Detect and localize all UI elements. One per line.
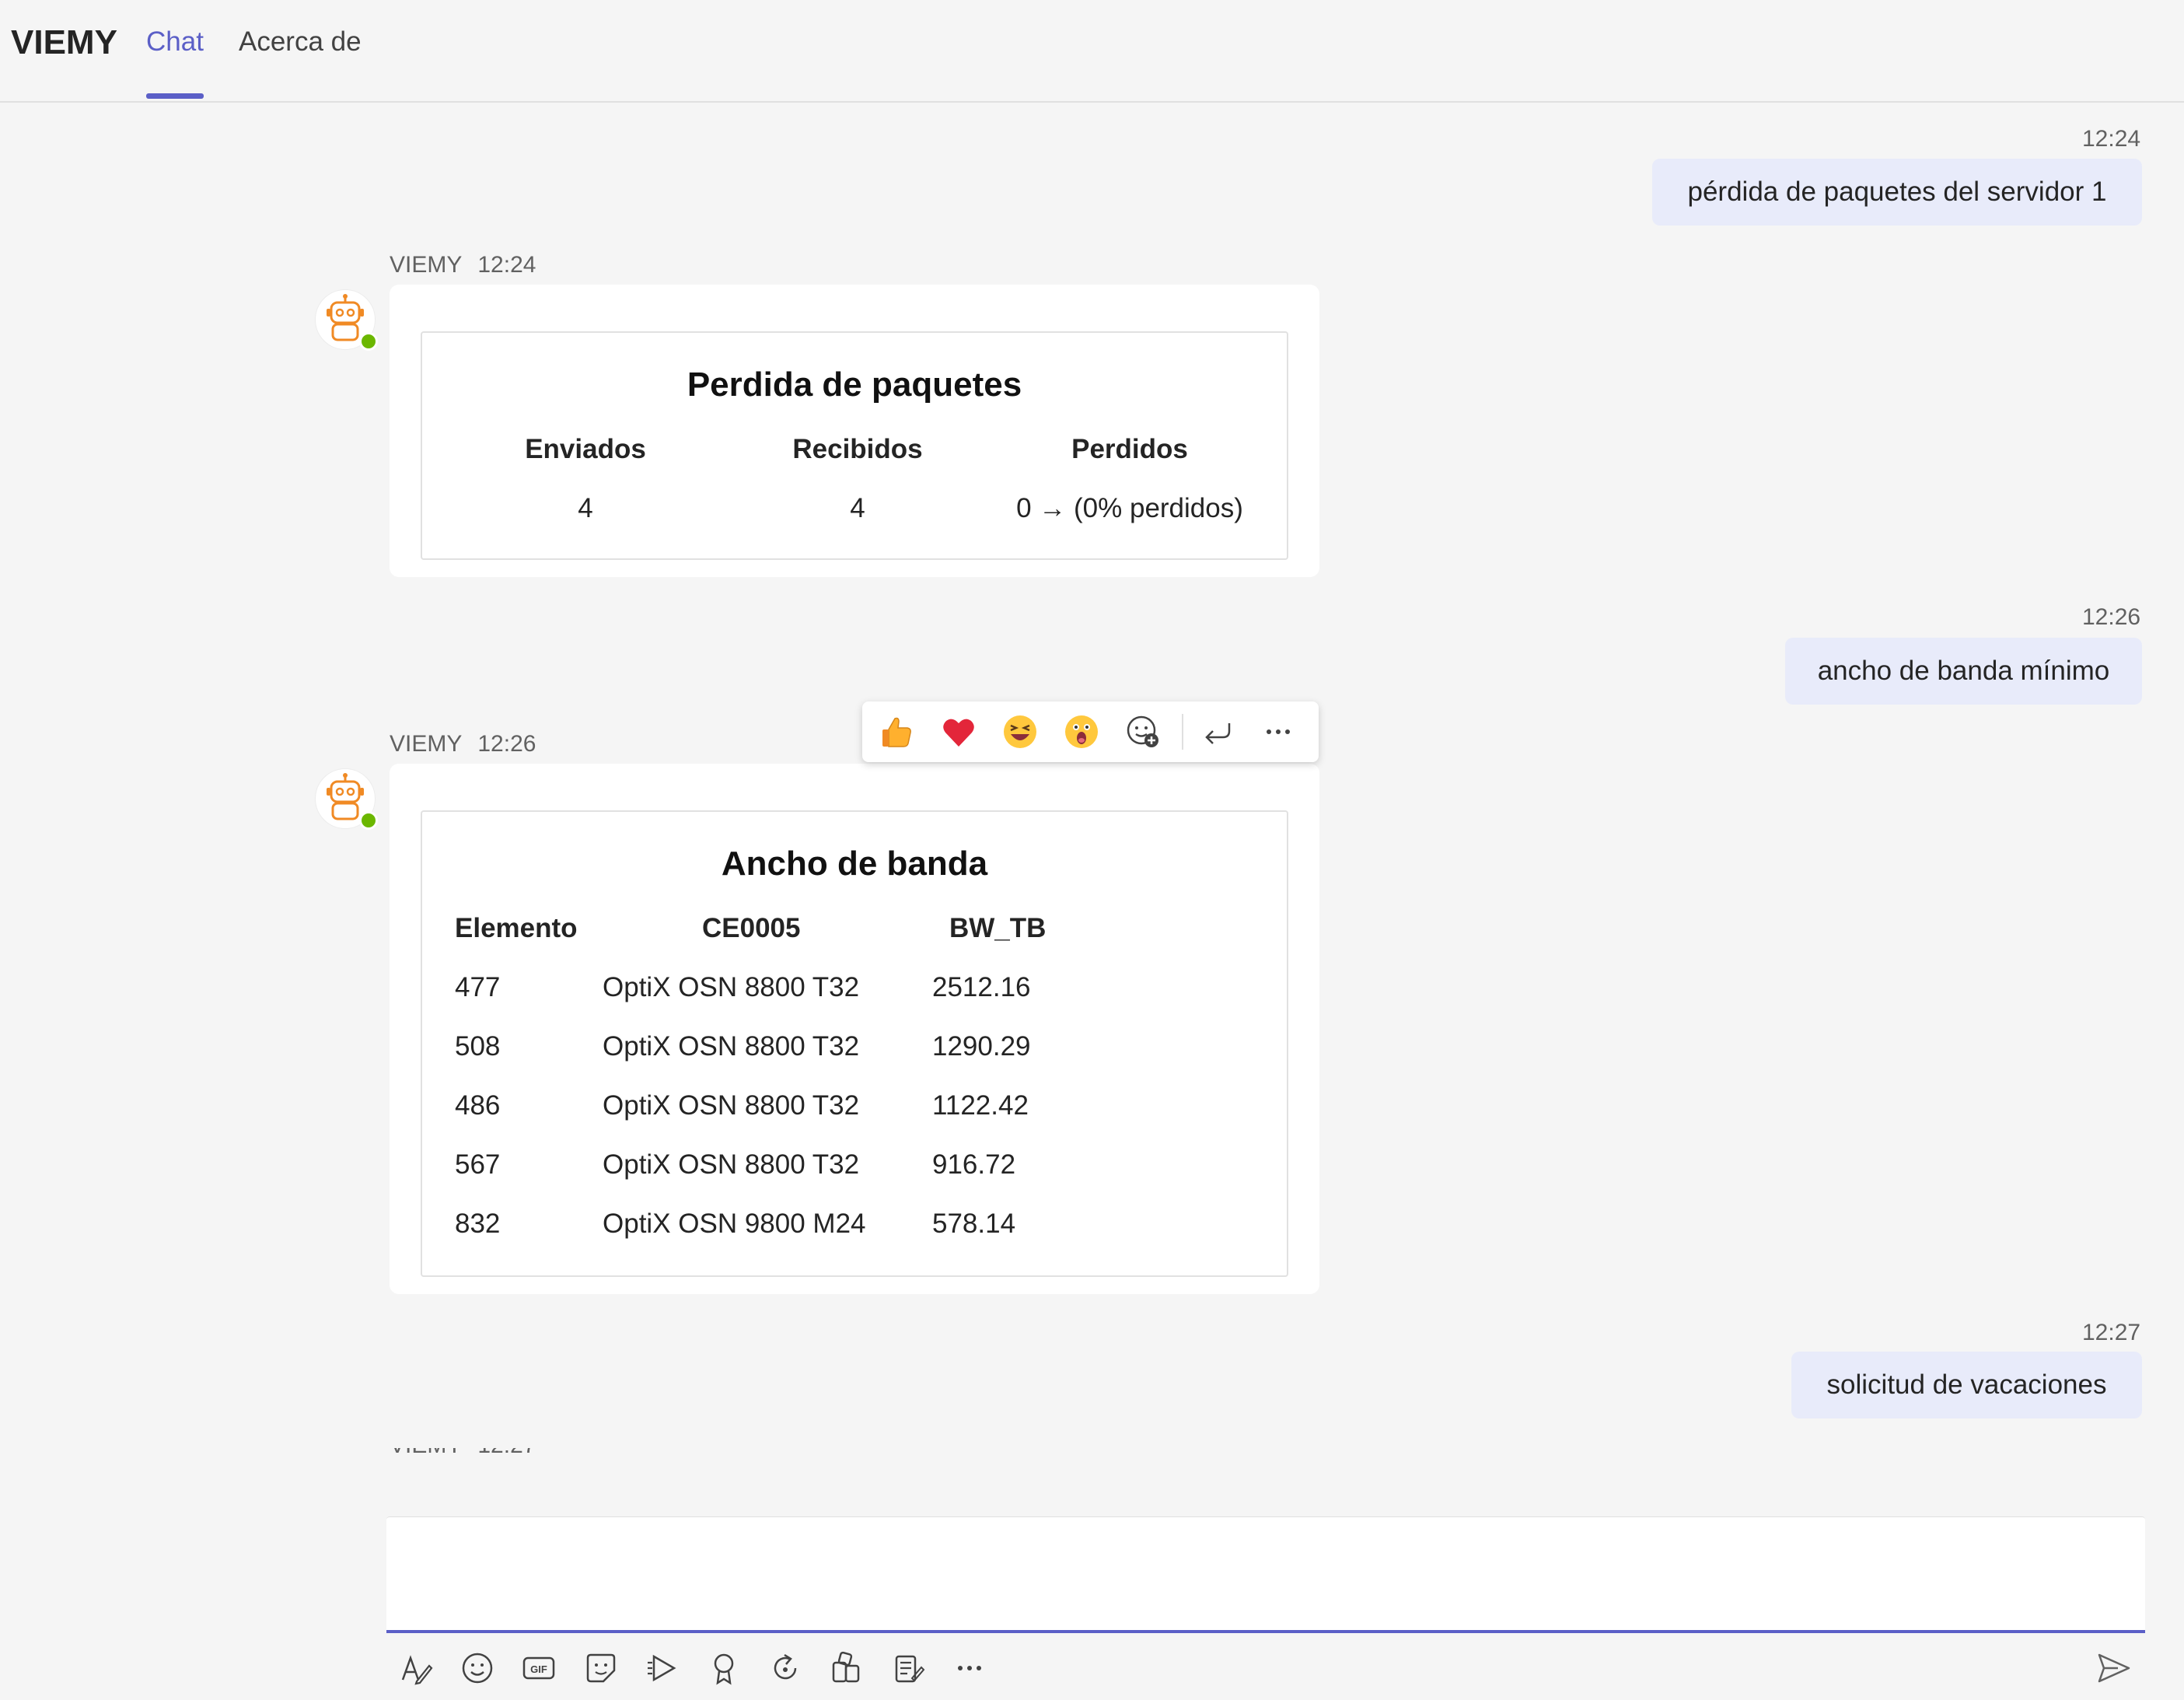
table-cell: 567 (455, 1149, 501, 1180)
bot-message-meta-partial: VIEMY 12:27 (390, 1448, 537, 1459)
table-cell: 508 (455, 1031, 501, 1062)
bot-card-bandwidth: Ancho de banda Elemento CE0005 BW_TB 477… (390, 764, 1319, 1294)
table-cell: 4 (578, 493, 593, 523)
bot-avatar[interactable] (315, 289, 378, 351)
sender-name: VIEMY (390, 1448, 462, 1458)
adaptive-card: Ancho de banda Elemento CE0005 BW_TB 477… (421, 810, 1288, 1277)
message-compose-box[interactable] (386, 1516, 2145, 1633)
presence-status-icon (359, 811, 378, 830)
reaction-bar (862, 701, 1319, 762)
table-cell: OptiX OSN 8800 T32 (603, 972, 860, 1002)
more-icon[interactable] (950, 1649, 989, 1688)
table-cell: 832 (455, 1209, 501, 1239)
message-timestamp: 12:26 (2082, 604, 2141, 630)
card-title: Perdida de paquetes (687, 366, 1022, 404)
format-icon[interactable] (397, 1649, 435, 1688)
sender-name: VIEMY (390, 252, 463, 278)
bot-card-packet-loss: Perdida de paquetes Enviados Recibidos P… (390, 285, 1319, 577)
divider (1182, 714, 1183, 750)
table-cell: OptiX OSN 8800 T32 (603, 1090, 860, 1121)
user-message[interactable]: ancho de banda mínimo (1785, 638, 2142, 705)
bot-avatar[interactable] (315, 768, 378, 830)
reply-icon[interactable] (1198, 712, 1237, 751)
bot-message-meta: VIEMY 12:24 (390, 252, 536, 278)
message-timestamp: 12:24 (2082, 126, 2141, 152)
table-cell: 0 → (0% perdidos) (1016, 493, 1243, 523)
message-timestamp: 12:27 (2082, 1320, 2141, 1345)
add-reaction-icon[interactable] (1123, 712, 1162, 751)
gif-icon[interactable]: GIF (519, 1649, 558, 1688)
table-cell: OptiX OSN 9800 M24 (603, 1209, 866, 1239)
meet-now-icon[interactable] (643, 1649, 682, 1688)
adaptive-card: Perdida de paquetes Enviados Recibidos P… (421, 331, 1288, 560)
table-cell: OptiX OSN 8800 T32 (603, 1031, 860, 1062)
table-cell: 2512.16 (932, 972, 1031, 1002)
message-timestamp: 12:24 (477, 252, 536, 278)
user-message[interactable]: solicitud de vacaciones (1791, 1352, 2142, 1418)
notes-icon[interactable] (889, 1649, 928, 1688)
column-header: Enviados (525, 434, 646, 464)
table-cell: 916.72 (932, 1149, 1016, 1180)
tab-chat[interactable]: Chat (146, 26, 204, 99)
praise-icon[interactable] (704, 1649, 743, 1688)
surprised-icon[interactable] (1062, 712, 1101, 751)
sender-name: VIEMY (390, 731, 463, 757)
user-message[interactable]: pérdida de paquetes del servidor 1 (1652, 159, 2142, 226)
column-header: Perdidos (1071, 434, 1188, 464)
bot-message-meta: VIEMY 12:26 (390, 731, 536, 757)
presence-status-icon (359, 332, 378, 351)
card-title: Ancho de banda (721, 845, 988, 883)
message-timestamp: 12:26 (477, 731, 536, 757)
table-cell: 578.14 (932, 1209, 1016, 1239)
table-cell: 486 (455, 1090, 501, 1121)
column-header: CE0005 (702, 913, 801, 943)
column-header: Elemento (455, 913, 578, 943)
thumbs-up-icon[interactable] (878, 712, 917, 751)
table-cell: 477 (455, 972, 501, 1002)
table-cell: 4 (850, 493, 865, 523)
sticker-icon[interactable] (582, 1649, 620, 1688)
apps-icon[interactable] (827, 1649, 866, 1688)
send-icon[interactable] (2095, 1649, 2133, 1688)
table-cell: 1290.29 (932, 1031, 1031, 1062)
table-cell: 1122.42 (932, 1090, 1029, 1121)
message-timestamp: 12:27 (477, 1448, 536, 1458)
app-header: VIEMY Chat Acerca de (0, 0, 2184, 103)
column-header: Recibidos (792, 434, 923, 464)
tab-about[interactable]: Acerca de (239, 26, 362, 58)
heart-icon[interactable] (939, 712, 978, 751)
laughing-icon[interactable] (1001, 712, 1040, 751)
emoji-icon[interactable] (458, 1649, 497, 1688)
more-options-icon[interactable] (1259, 712, 1298, 751)
table-cell: OptiX OSN 8800 T32 (603, 1149, 860, 1180)
column-header: BW_TB (949, 913, 1047, 943)
loop-icon[interactable] (766, 1649, 805, 1688)
svg-text:GIF: GIF (530, 1663, 547, 1675)
app-name: VIEMY (11, 23, 117, 61)
